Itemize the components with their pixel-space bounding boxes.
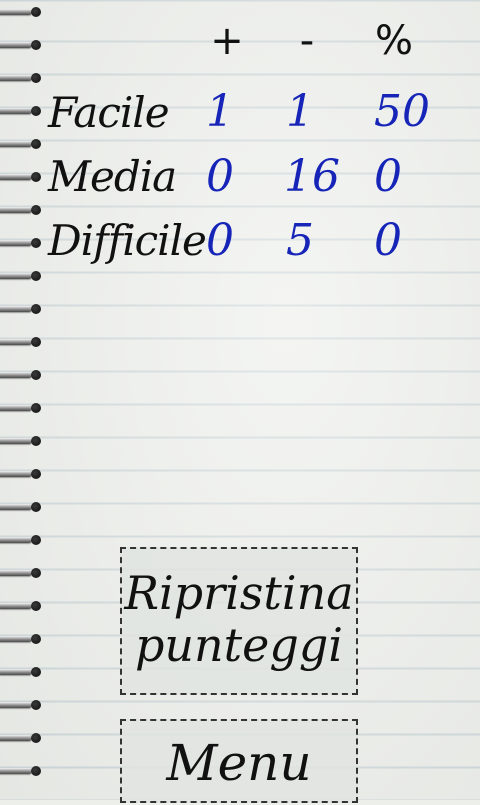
spiral-ring-icon	[0, 136, 46, 152]
menu-button-label: Menu	[166, 734, 312, 792]
difficile-percent: 0	[374, 215, 402, 266]
spiral-ring-icon	[0, 565, 46, 581]
header-minus: -	[299, 18, 315, 64]
media-correct: 0	[206, 151, 234, 202]
spiral-ring-icon	[0, 664, 46, 680]
facile-percent: 50	[374, 86, 430, 137]
reset-scores-label-line1: Ripristina	[124, 566, 354, 620]
header-percent: %	[374, 18, 413, 64]
spiral-ring-icon	[0, 301, 46, 317]
spiral-ring-icon	[0, 103, 46, 119]
spiral-ring-icon	[0, 235, 46, 251]
difficile-wrong: 5	[286, 215, 314, 266]
spiral-ring-icon	[0, 202, 46, 218]
spiral-ring-icon	[0, 532, 46, 548]
row-label-facile: Facile	[48, 88, 170, 137]
media-percent: 0	[374, 151, 402, 202]
spiral-ring-icon	[0, 334, 46, 350]
spiral-ring-icon	[0, 466, 46, 482]
menu-button[interactable]: Menu	[120, 719, 358, 803]
spiral-ring-icon	[0, 268, 46, 284]
header-plus: +	[210, 18, 244, 64]
spiral-ring-icon	[0, 4, 46, 20]
spiral-ring-icon	[0, 697, 46, 713]
spiral-ring-icon	[0, 433, 46, 449]
spiral-ring-icon	[0, 169, 46, 185]
difficile-correct: 0	[206, 215, 234, 266]
spiral-binding	[0, 0, 52, 800]
spiral-ring-icon	[0, 730, 46, 746]
facile-correct: 1	[206, 86, 234, 137]
row-label-media: Media	[48, 152, 177, 201]
spiral-ring-icon	[0, 631, 46, 647]
spiral-ring-icon	[0, 598, 46, 614]
reset-scores-label-line2: punteggi	[134, 618, 343, 672]
facile-wrong: 1	[286, 86, 314, 137]
spiral-ring-icon	[0, 367, 46, 383]
reset-scores-button[interactable]: Ripristina punteggi	[120, 547, 358, 695]
media-wrong: 16	[284, 151, 340, 202]
spiral-ring-icon	[0, 37, 46, 53]
spiral-ring-icon	[0, 70, 46, 86]
spiral-ring-icon	[0, 400, 46, 416]
spiral-ring-icon	[0, 763, 46, 779]
spiral-ring-icon	[0, 499, 46, 515]
row-label-difficile: Difficile	[48, 216, 207, 265]
